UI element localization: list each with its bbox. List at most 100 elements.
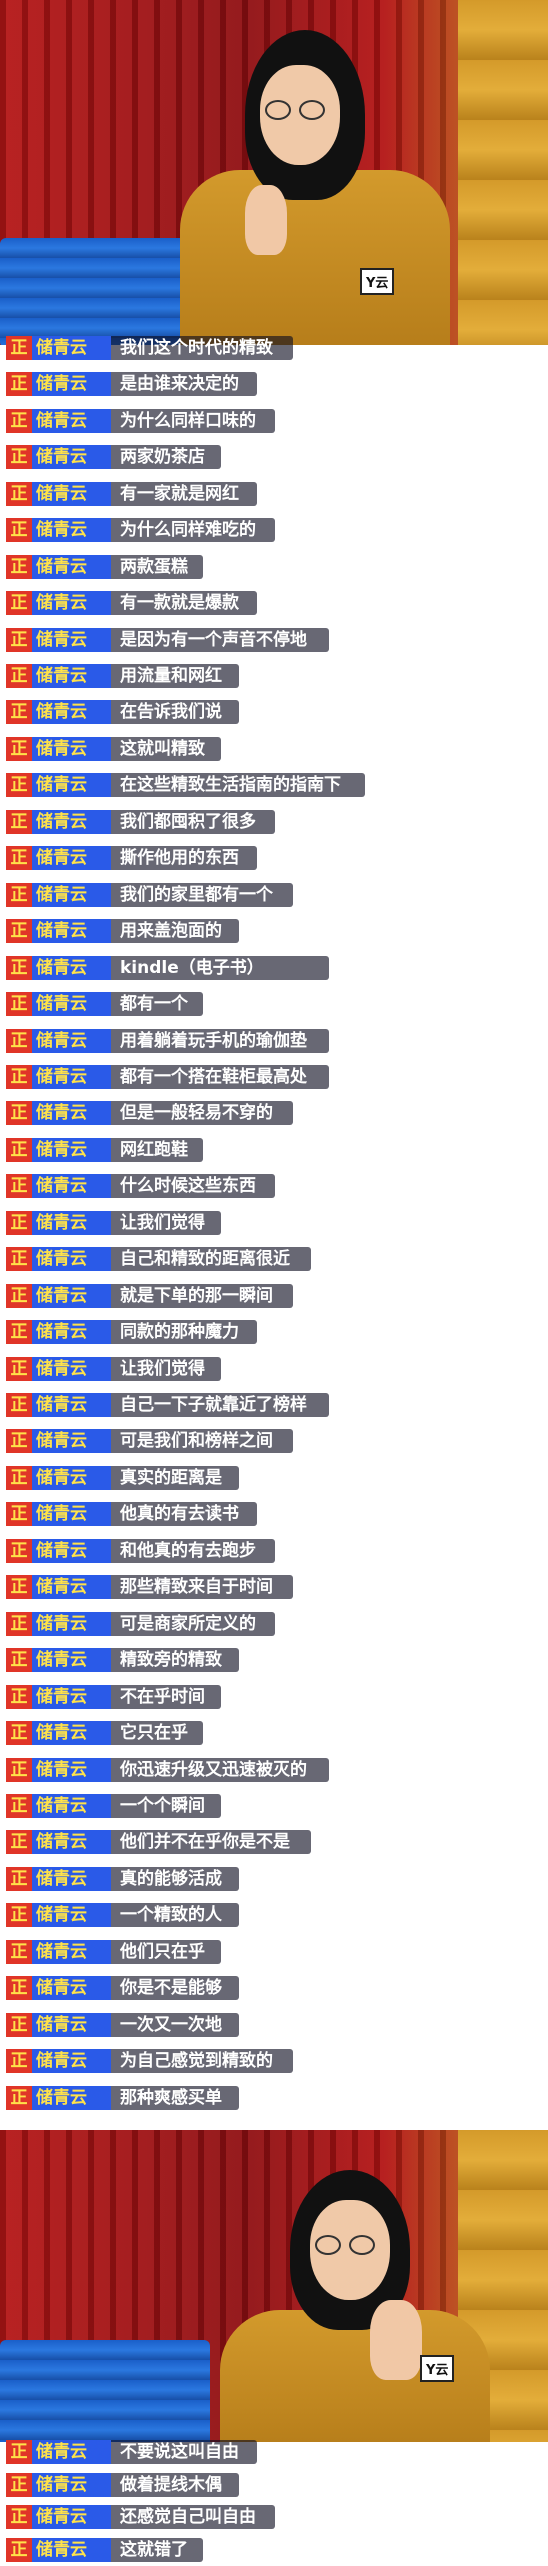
caption-row: 正储青云 一次又一次地 [0, 2009, 548, 2041]
side-label: 正 [6, 554, 32, 579]
side-label: 正 [6, 1684, 32, 1709]
caption-text: 就是下单的那一瞬间 [120, 1285, 273, 1306]
caption-row: 正储青云 但是一般轻易不穿的 [0, 1097, 548, 1129]
side-label: 正 [6, 1721, 32, 1746]
speaker-tag: 正储青云 [6, 336, 111, 360]
speaker-name: 储青云 [36, 338, 87, 358]
caption-text: 一个个瞬间 [120, 1795, 205, 1816]
caption-text: 可是商家所定义的 [120, 1613, 256, 1634]
speaker-tag: 正储青云 [6, 1210, 111, 1235]
side-label: 正 [6, 773, 32, 798]
speaker-name: 储青云 [36, 1650, 87, 1671]
speaker-tag: 正储青云 [6, 1611, 111, 1636]
side-label: 正 [6, 2012, 32, 2037]
caption-text: 网红跑鞋 [120, 1139, 188, 1160]
caption-text: 为什么同样口味的 [120, 410, 256, 431]
caption-row: 正储青云 我们都囤积了很多 [0, 806, 548, 838]
caption-list-a: 正储青云 我们这个时代的精致正储青云 是由谁来决定的正储青云 为什么同样口味的正储青云… [0, 332, 548, 2118]
caption-row: 正储青云 可是我们和榜样之间 [0, 1425, 548, 1457]
caption-text: 他真的有去读书 [120, 1504, 239, 1525]
raised-hand-2 [370, 2300, 422, 2380]
speaker-tag: 正储青云 [6, 955, 111, 980]
caption-text: 是由谁来决定的 [120, 374, 239, 395]
speaker-name: 储青云 [36, 2474, 87, 2495]
speaker-tag: 正储青云 [6, 846, 111, 871]
speaker-name: 储青云 [36, 1832, 87, 1853]
caption-text: 我们都囤积了很多 [120, 811, 256, 832]
speaker-name: 储青云 [36, 957, 87, 978]
caption-row: 正储青云 让我们觉得 [0, 1207, 548, 1239]
speaker-name: 储青云 [36, 1723, 87, 1744]
caption-text: 用来盖泡面的 [120, 921, 222, 942]
caption-text: 自己和精致的距离很近 [120, 1249, 290, 1270]
blue-barrel-prop-2 [0, 2340, 210, 2442]
caption-text: 自己一下子就靠近了榜样 [120, 1395, 307, 1416]
side-label: 正 [6, 919, 32, 944]
speaker-tag: 正储青云 [6, 1064, 111, 1089]
glasses-icon-2 [315, 2235, 375, 2255]
caption-text: 精致旁的精致 [120, 1650, 222, 1671]
caption-text: 我们这个时代的精致 [120, 338, 273, 358]
speaker-tag: 正储青云 [6, 372, 111, 397]
speaker-name: 储青云 [36, 1066, 87, 1087]
caption-text: 是因为有一个声音不停地 [120, 629, 307, 650]
speaker-tag: 正储青云 [6, 773, 111, 798]
speaker-tag: 正储青云 [6, 1903, 111, 1928]
caption-text: 我们的家里都有一个 [120, 884, 273, 905]
speaker-name: 储青云 [36, 2507, 87, 2527]
side-label: 正 [6, 846, 32, 871]
caption-text: 同款的那种魔力 [120, 1322, 239, 1343]
speaker-tag: 正储青云 [6, 2012, 111, 2037]
speaker-tag: 正储青云 [6, 2049, 111, 2074]
speaker-tag: 正储青云 [6, 1283, 111, 1308]
side-label: 正 [6, 1064, 32, 1089]
side-label: 正 [6, 736, 32, 761]
speaker-tag: 正储青云 [6, 664, 111, 689]
speaker-tag: 正储青云 [6, 1101, 111, 1126]
raised-hand [245, 185, 287, 255]
side-label: 正 [6, 408, 32, 433]
speaker-tag: 正储青云 [6, 882, 111, 907]
caption-row: 正储青云 这就叫精致 [0, 733, 548, 765]
speaker-name: 储青云 [36, 884, 87, 905]
speaker-tag: 正储青云 [6, 1866, 111, 1891]
caption-row: 正储青云 我们这个时代的精致 [0, 332, 548, 364]
side-label: 正 [6, 1866, 32, 1891]
speaker-tag: 正储青云 [6, 1393, 111, 1418]
side-label: 正 [6, 700, 32, 725]
speaker-tag: 正储青云 [6, 2472, 111, 2497]
side-label: 正 [6, 1793, 32, 1818]
speaker-name: 储青云 [36, 593, 87, 614]
caption-list-b: 正储青云 不要说这叫自由正储青云 做着提线木偶正储青云 还感觉自己叫自由正储青云 这就错… [0, 2436, 548, 2566]
caption-text: 但是一般轻易不穿的 [120, 1103, 273, 1124]
caption-row: 正储青云 一个个瞬间 [0, 1790, 548, 1822]
caption-row: 正储青云 那种爽感买单 [0, 2082, 548, 2114]
caption-row: 正储青云 精致旁的精致 [0, 1644, 548, 1676]
caption-row: 正储青云 做着提线木偶 [0, 2469, 548, 2501]
caption-text: 有一款就是爆款 [120, 593, 239, 614]
caption-row: 正储青云 什么时候这些东西 [0, 1170, 548, 1202]
caption-text: 有一家就是网红 [120, 483, 239, 504]
caption-row: 正储青云 这就错了 [0, 2534, 548, 2566]
caption-row: 正储青云 我们的家里都有一个 [0, 879, 548, 911]
speaker-name: 储青云 [36, 1759, 87, 1780]
speaker-name: 储青云 [36, 1504, 87, 1525]
caption-text: 用着躺着玩手机的瑜伽垫 [120, 1030, 307, 1051]
speaker-name: 储青云 [36, 629, 87, 650]
caption-row: 正储青云 他们并不在乎你是不是 [0, 1826, 548, 1858]
caption-text: 让我们觉得 [120, 1358, 205, 1379]
side-label: 正 [6, 664, 32, 689]
speaker-figure-2: Y云 [210, 2160, 510, 2442]
speaker-tag: 正储青云 [6, 1429, 111, 1454]
caption-row: 正储青云 用流量和网红 [0, 660, 548, 692]
speaker-name: 储青云 [36, 2014, 87, 2035]
caption-text: 用流量和网红 [120, 666, 222, 687]
speaker-name: 储青云 [36, 2539, 87, 2560]
caption-text: 这就错了 [120, 2539, 188, 2560]
speaker-name: 储青云 [36, 1249, 87, 1270]
side-label: 正 [6, 1028, 32, 1053]
side-label: 正 [6, 1903, 32, 1928]
speaker-name: 储青云 [36, 1795, 87, 1816]
speaker-name: 储青云 [36, 1868, 87, 1889]
speaker-name: 储青云 [36, 994, 87, 1015]
